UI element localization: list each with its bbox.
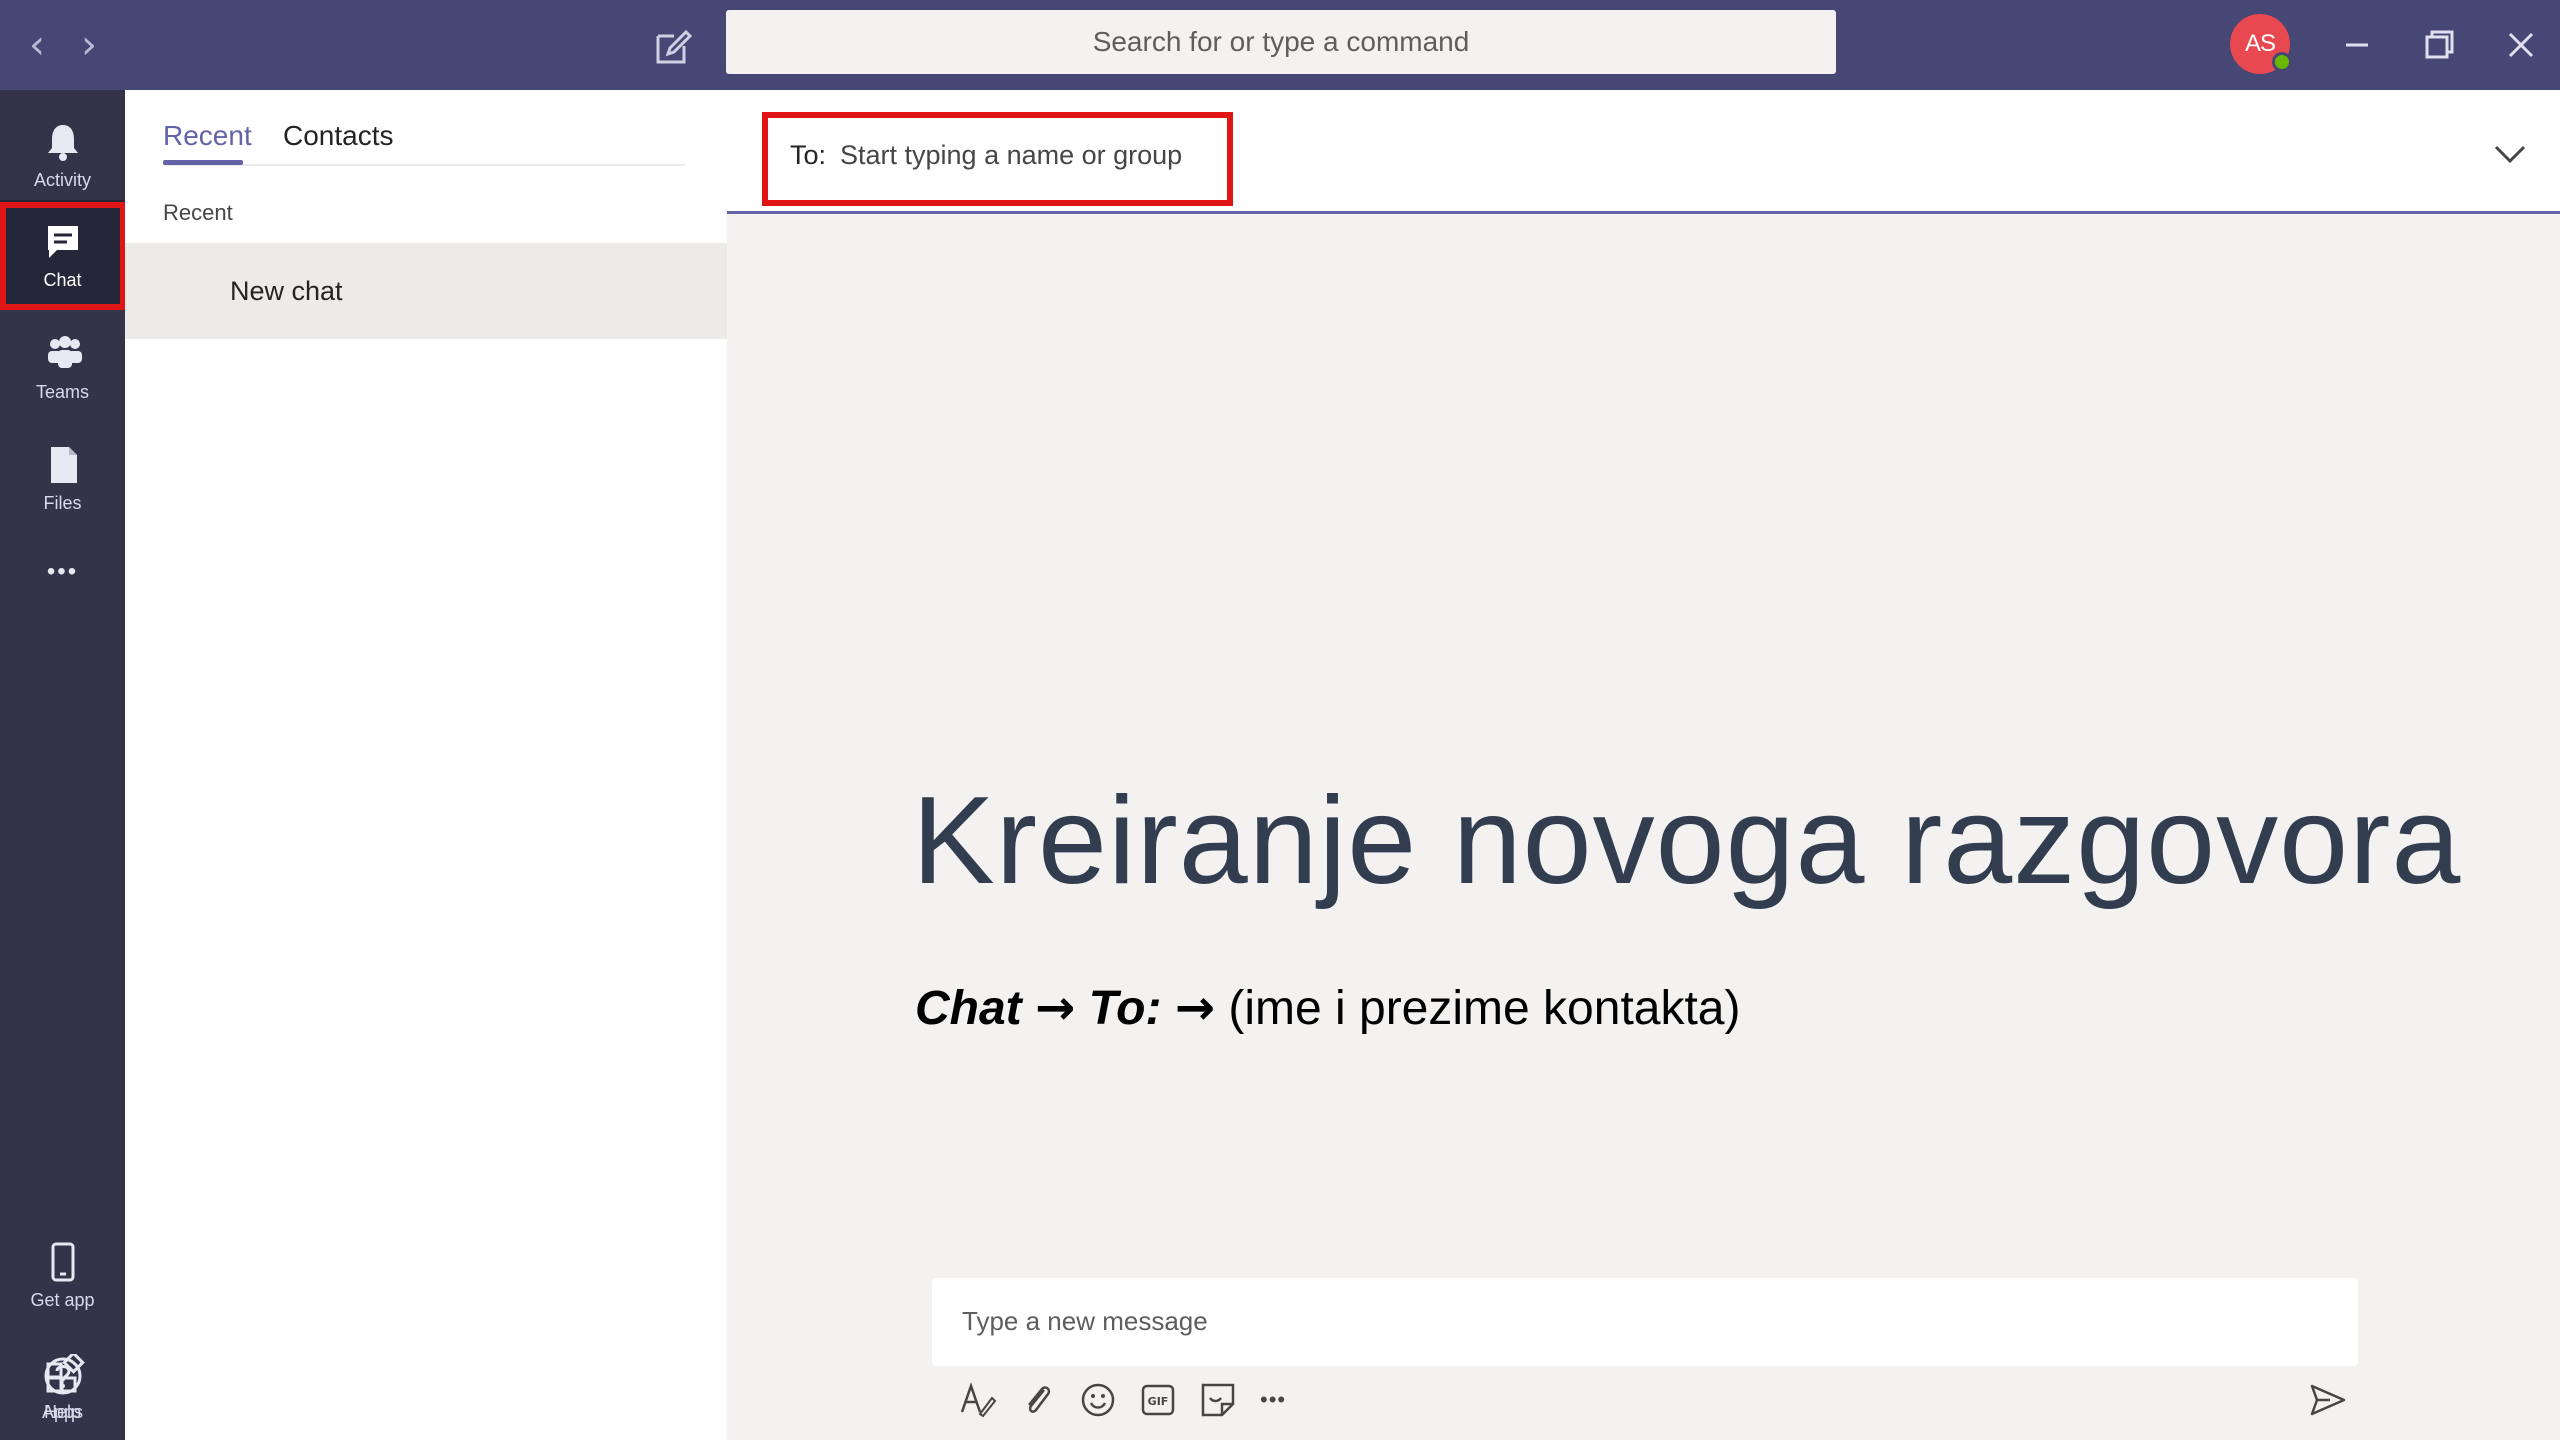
more-options-icon[interactable]: ••• (1260, 1380, 1300, 1420)
tab-recent[interactable]: Recent (163, 120, 252, 152)
help-icon (44, 1357, 82, 1395)
new-chat-compose-icon[interactable] (650, 24, 696, 70)
chevron-down-icon[interactable] (2490, 134, 2530, 174)
rail-item-activity[interactable]: Activity (0, 100, 125, 210)
step-to: To: (1088, 982, 1162, 1035)
rail-label-files: Files (43, 493, 82, 513)
svg-text:GIF: GIF (1148, 1395, 1169, 1408)
step-chat: Chat (915, 982, 1022, 1035)
rail-label-get-app: Get app (30, 1290, 95, 1310)
send-icon[interactable] (2308, 1380, 2348, 1420)
message-compose-box[interactable]: Type a new message (932, 1278, 2358, 1366)
gif-icon[interactable]: GIF (1138, 1380, 1178, 1420)
teams-icon (48, 336, 82, 368)
back-button[interactable]: ‹ (14, 22, 60, 68)
minimize-icon[interactable] (2330, 18, 2384, 72)
tab-contacts[interactable]: Contacts (283, 120, 394, 152)
rail-label-help: Help (43, 1402, 82, 1422)
phone-icon (51, 1242, 75, 1282)
slide-title: Kreiranje novoga razgovora (912, 772, 2462, 910)
to-highlight-box (762, 112, 1233, 206)
rail-item-files[interactable]: Files (0, 423, 125, 533)
rail-item-help-button[interactable]: Help (0, 1330, 125, 1440)
rail-item-more[interactable]: ••• (0, 550, 125, 610)
format-icon[interactable] (958, 1380, 998, 1420)
rail-item-teams[interactable]: Teams (0, 312, 125, 422)
bell-icon (48, 125, 78, 161)
step-contact: (ime i prezime kontakta) (1228, 982, 1741, 1035)
sticker-icon[interactable] (1198, 1380, 1238, 1420)
search-input[interactable]: Search for or type a command (726, 10, 1836, 74)
arrow-icon: → (1174, 980, 1215, 1036)
instruction-line: Chat → To: → (ime i prezime kontakta) (915, 980, 1740, 1036)
rail-label-activity: Activity (33, 170, 91, 190)
forward-button[interactable]: › (66, 22, 112, 68)
more-icon: ••• (46, 558, 79, 585)
arrow-icon: → (1035, 980, 1076, 1036)
new-chat-label: New chat (230, 276, 343, 306)
file-icon (51, 447, 77, 483)
tab-active-indicator (163, 160, 243, 165)
title-bar: ‹ › Search for or type a command AS (0, 0, 2560, 90)
recent-section-label: Recent (163, 200, 233, 225)
attach-icon[interactable] (1018, 1380, 1058, 1420)
close-icon[interactable] (2494, 18, 2548, 72)
presence-status-icon (2272, 52, 2292, 72)
list-item-new-chat[interactable]: New chat (125, 243, 727, 339)
rail-label-teams: Teams (35, 382, 89, 402)
chat-highlight-box (0, 202, 126, 310)
rail-item-get-app[interactable]: Get app (0, 1220, 125, 1330)
chat-main-area (727, 90, 2560, 1440)
restore-icon[interactable] (2412, 18, 2466, 72)
message-input[interactable]: Type a new message (962, 1306, 1208, 1337)
emoji-icon[interactable] (1078, 1380, 1118, 1420)
